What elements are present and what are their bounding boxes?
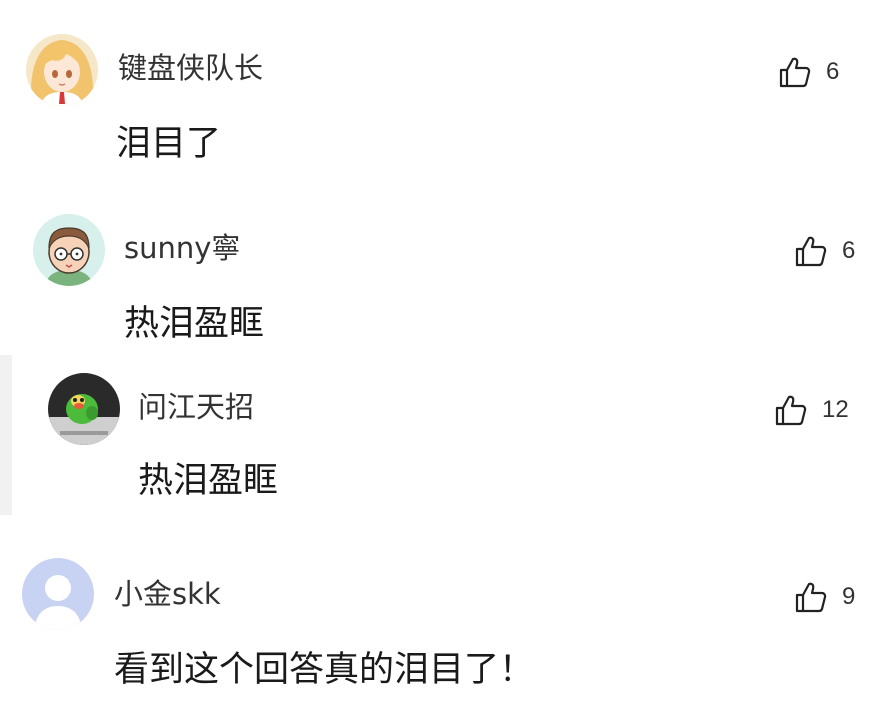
comment-text: 热泪盈眶 [124, 304, 265, 344]
avatar[interactable] [26, 34, 98, 106]
avatar[interactable] [48, 373, 120, 445]
username[interactable]: 键盘侠队长 [118, 50, 263, 86]
like-button[interactable]: 9 [794, 577, 855, 617]
username[interactable]: sunny寧 [124, 230, 240, 266]
like-count: 9 [842, 583, 856, 610]
like-count: 12 [822, 396, 849, 423]
like-count: 6 [842, 237, 856, 264]
comment-item: sunny寧 6 热泪盈眶 [0, 200, 879, 355]
comment-text: 热泪盈眶 [138, 461, 279, 501]
thumbs-up-icon [775, 395, 807, 426]
comment-text: 泪目了 [116, 124, 222, 164]
thumbs-up-icon [795, 582, 827, 613]
reply-item: 问江天招 12 热泪盈眶 [0, 355, 879, 515]
thumbs-up-icon [795, 236, 827, 267]
username[interactable]: 小金skk [114, 576, 221, 612]
avatar[interactable] [33, 214, 105, 286]
like-count: 6 [826, 58, 840, 85]
comment-item: 键盘侠队长 6 泪目了 [0, 0, 879, 200]
thumbs-up-icon [779, 57, 811, 88]
comment-item: 小金skk 9 看到这个回答真的泪目了！ [0, 540, 879, 719]
comment-text: 看到这个回答真的泪目了！ [114, 650, 535, 690]
like-button[interactable]: 6 [794, 231, 855, 271]
like-button[interactable]: 6 [778, 52, 839, 92]
like-button[interactable]: 12 [774, 390, 849, 430]
username[interactable]: 问江天招 [138, 389, 254, 425]
avatar[interactable] [22, 558, 94, 630]
